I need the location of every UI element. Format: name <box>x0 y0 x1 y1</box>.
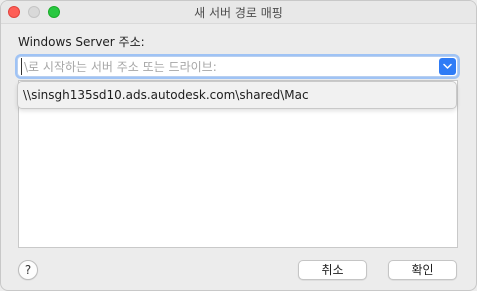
suggestion-item[interactable]: \\sinsgh135sd10.ads.autodesk.com\shared\… <box>23 88 309 102</box>
ok-button[interactable]: 확인 <box>388 260 457 280</box>
combo-dropdown-button[interactable] <box>439 58 456 75</box>
server-address-combobox[interactable] <box>17 56 458 77</box>
window-title: 새 서버 경로 매핑 <box>194 6 283 20</box>
server-address-input[interactable] <box>21 58 436 75</box>
suggestion-dropdown: \\sinsgh135sd10.ads.autodesk.com\shared\… <box>17 81 457 109</box>
title-bar: 새 서버 경로 매핑 <box>1 1 476 24</box>
cancel-button[interactable]: 취소 <box>298 260 367 280</box>
help-button[interactable]: ? <box>18 260 38 280</box>
chevron-down-icon <box>443 63 452 69</box>
dialog-window: 새 서버 경로 매핑 Windows Server 주소: \\sinsgh13… <box>0 0 477 291</box>
server-address-label: Windows Server 주소: <box>18 35 145 49</box>
